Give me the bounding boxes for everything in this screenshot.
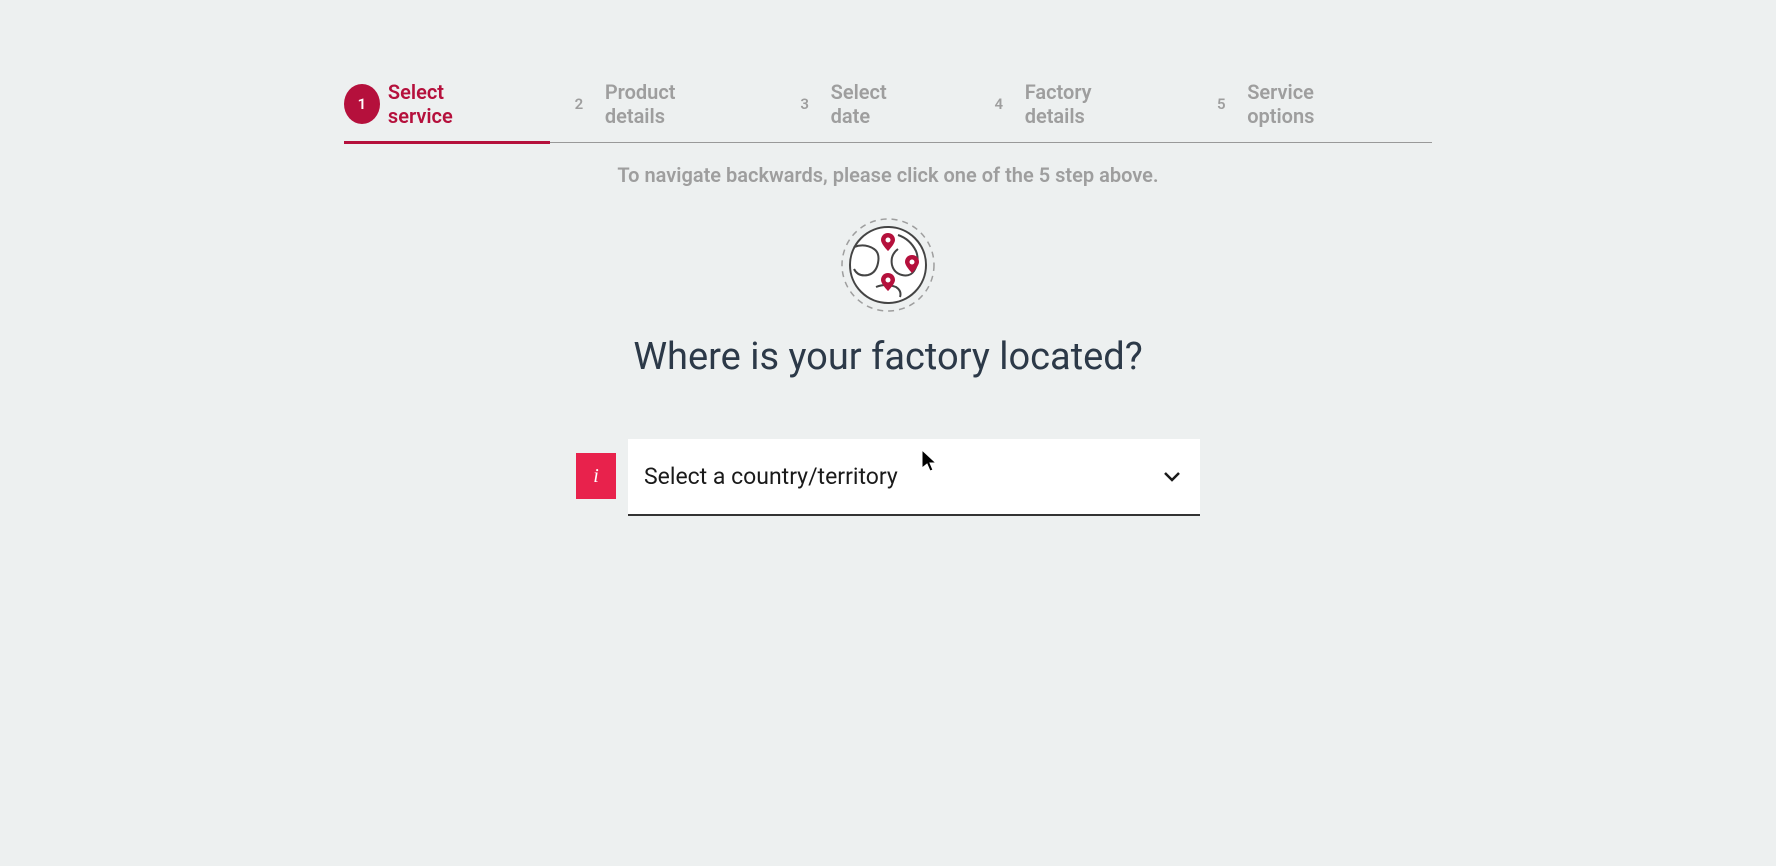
country-select[interactable]: Select a country/territory bbox=[628, 439, 1200, 516]
active-step-underline bbox=[344, 141, 550, 144]
page-heading: Where is your factory located? bbox=[344, 335, 1432, 379]
step-2-product-details[interactable]: 2 Product details bbox=[561, 80, 757, 142]
step-label: Select service bbox=[388, 80, 501, 128]
step-4-factory-details[interactable]: 4 Factory details bbox=[981, 80, 1173, 142]
step-number-badge: 4 bbox=[981, 84, 1017, 124]
step-label: Select date bbox=[831, 80, 921, 128]
step-indicator: 1 Select service 2 Product details 3 Sel… bbox=[344, 80, 1432, 143]
step-number-badge: 5 bbox=[1203, 84, 1239, 124]
step-3-select-date[interactable]: 3 Select date bbox=[787, 80, 951, 142]
chevron-down-icon bbox=[1164, 466, 1180, 487]
select-placeholder: Select a country/territory bbox=[644, 463, 898, 490]
info-icon[interactable]: i bbox=[576, 453, 616, 499]
step-number-badge: 2 bbox=[561, 84, 597, 124]
step-label: Service options bbox=[1247, 80, 1372, 128]
step-label: Factory details bbox=[1025, 80, 1144, 128]
step-label: Product details bbox=[605, 80, 727, 128]
step-number-badge: 3 bbox=[787, 84, 823, 124]
step-1-select-service[interactable]: 1 Select service bbox=[344, 80, 531, 142]
globe-map-icon bbox=[344, 217, 1432, 313]
navigation-hint: To navigate backwards, please click one … bbox=[344, 163, 1432, 187]
step-number-badge: 1 bbox=[344, 84, 380, 124]
step-5-service-options[interactable]: 5 Service options bbox=[1203, 80, 1402, 142]
